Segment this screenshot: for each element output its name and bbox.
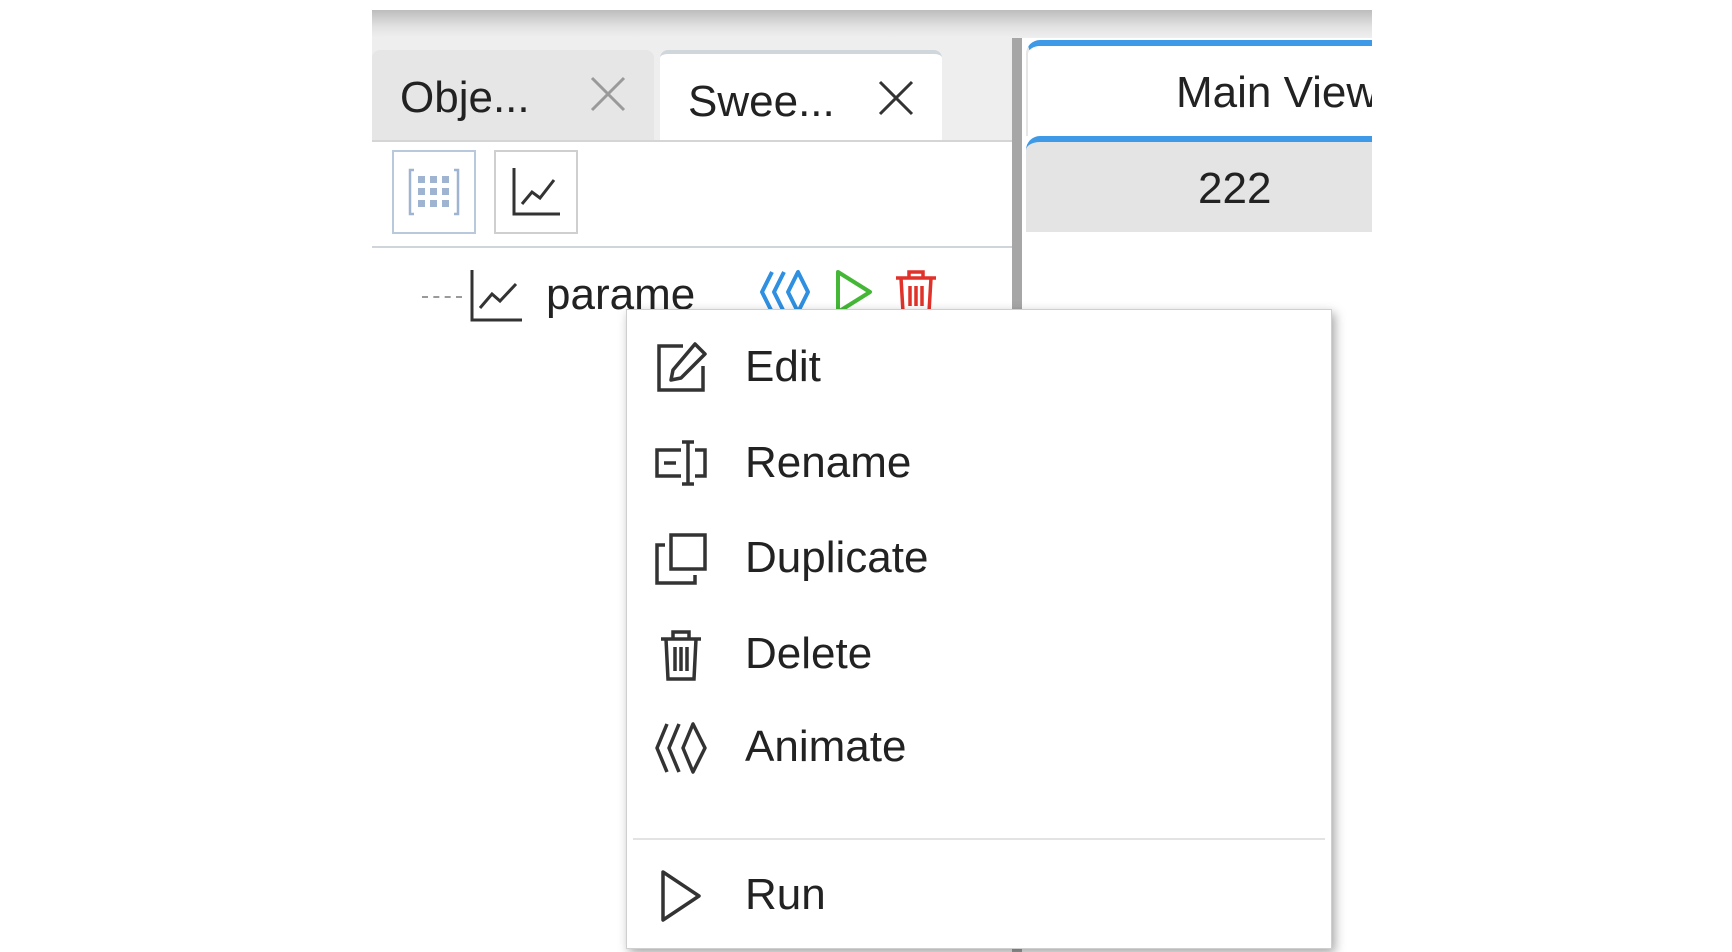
menu-item-edit[interactable]: Edit	[627, 320, 1331, 416]
tree-connector	[422, 296, 462, 298]
tab-objects[interactable]: Obje...	[372, 50, 654, 140]
context-menu: Edit Rename Duplicate Delete Animate Run	[626, 309, 1332, 949]
menu-item-rename[interactable]: Rename	[627, 416, 1331, 512]
menu-item-animate[interactable]: Animate	[627, 700, 1331, 796]
close-icon[interactable]	[876, 78, 916, 118]
toolbar-divider	[372, 246, 1012, 248]
left-tab-strip: Obje... Swee...	[372, 38, 1012, 144]
menu-separator	[633, 838, 1325, 840]
menu-item-label: Duplicate	[745, 533, 929, 582]
tab-sub-222[interactable]: 222	[1026, 136, 1372, 232]
menu-item-run[interactable]: Run	[627, 848, 1331, 944]
menu-item-label: Run	[745, 870, 826, 919]
tab-divider	[372, 140, 1012, 142]
line-chart-icon	[468, 268, 524, 329]
menu-item-label: Edit	[745, 342, 821, 391]
menu-item-label: Rename	[745, 438, 912, 487]
window-top-bar	[372, 10, 1372, 38]
tab-label: 222	[1198, 164, 1272, 213]
menu-item-label: Animate	[745, 722, 907, 771]
tab-sweeps[interactable]: Swee...	[660, 50, 942, 144]
tab-label: Swee...	[688, 77, 835, 126]
grid-view-button[interactable]	[392, 150, 476, 234]
menu-item-label: Delete	[745, 629, 873, 678]
close-icon[interactable]	[588, 74, 628, 114]
menu-item-delete[interactable]: Delete	[627, 607, 1331, 703]
tab-label: Main View	[1176, 68, 1372, 117]
tab-label: Obje...	[400, 73, 530, 122]
menu-item-duplicate[interactable]: Duplicate	[627, 511, 1331, 607]
tab-main-view[interactable]: Main View	[1026, 40, 1372, 136]
chart-view-button[interactable]	[494, 150, 578, 234]
